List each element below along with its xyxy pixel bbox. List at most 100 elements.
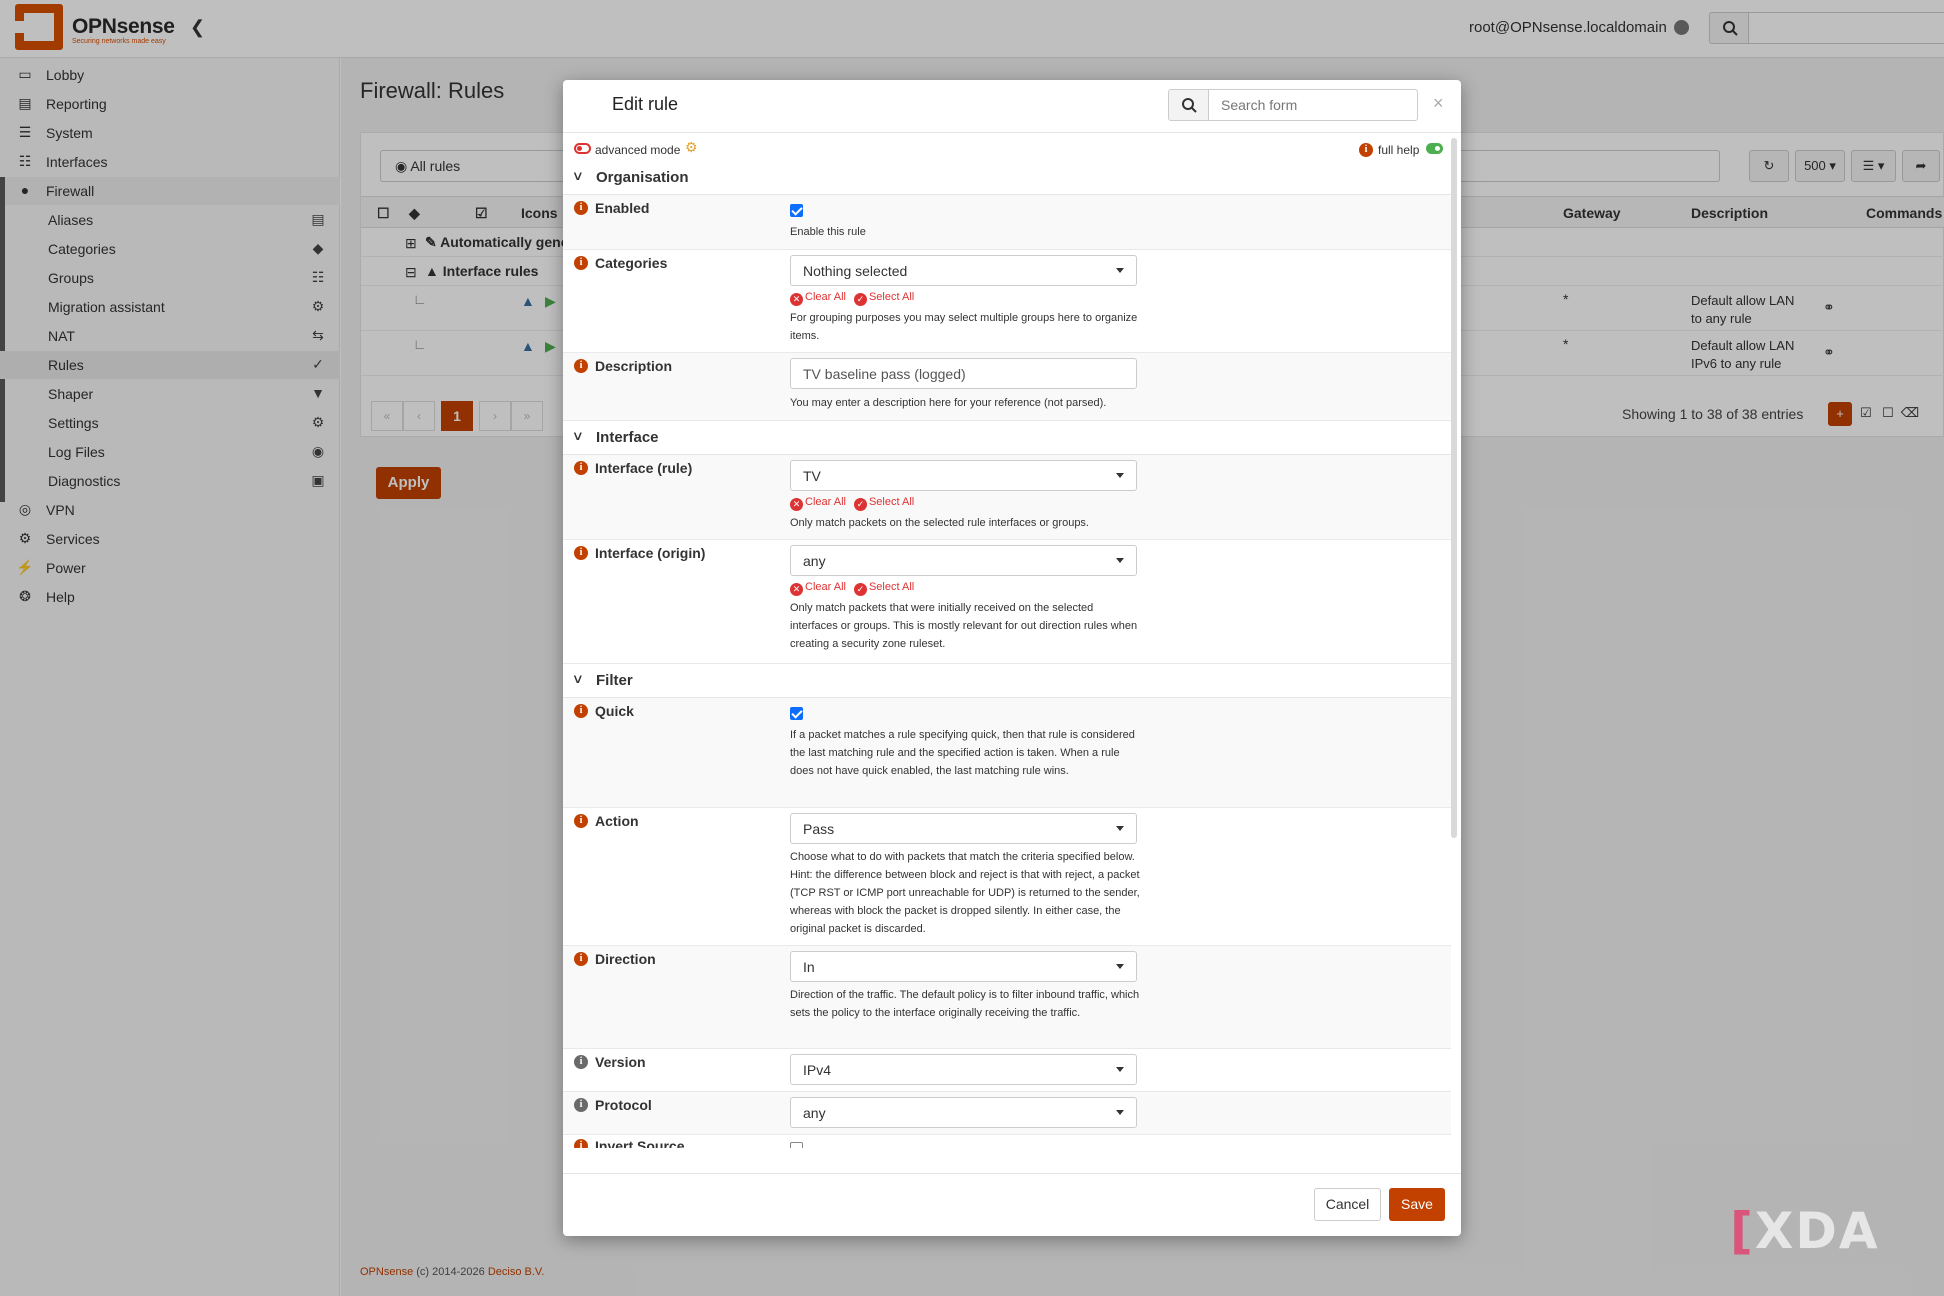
info-icon[interactable]: i: [574, 1098, 588, 1112]
chevron-down-icon: ∨: [571, 168, 584, 183]
help-text: Only match packets that were initially r…: [790, 602, 1138, 650]
field-action: i Action Pass Choose what to do with pac…: [563, 808, 1451, 946]
field-enabled: i Enabled Enable this rule: [563, 195, 1451, 250]
field-label: Direction: [595, 951, 656, 967]
invert-source-checkbox[interactable]: [790, 1142, 803, 1148]
caret-down-icon: [1116, 826, 1124, 831]
direction-select[interactable]: In: [790, 951, 1137, 982]
select-all-link[interactable]: ✓ Select All: [853, 291, 915, 306]
field-categories: i Categories Nothing selected ✕ Clear All…: [563, 250, 1451, 353]
interface-rule-select[interactable]: TV: [790, 460, 1137, 491]
clear-all-link[interactable]: ✕ Clear All: [790, 581, 846, 596]
help-text: You may enter a description here for you…: [790, 397, 1107, 409]
section-title: Organisation: [596, 169, 689, 186]
info-icon[interactable]: i: [574, 952, 588, 966]
info-icon[interactable]: i: [574, 704, 588, 718]
select-value: Pass: [803, 821, 835, 837]
full-help-toggle[interactable]: [1426, 143, 1443, 154]
select-all-link[interactable]: ✓ Select All: [853, 496, 915, 511]
info-icon[interactable]: i: [574, 1139, 588, 1148]
advanced-mode-label: advanced mode: [595, 143, 681, 157]
check-circle-icon: ✓: [853, 498, 867, 511]
info-icon[interactable]: i: [574, 814, 588, 828]
form-search-input[interactable]: [1208, 89, 1418, 121]
clear-all-link[interactable]: ✕ Clear All: [790, 291, 846, 306]
caret-down-icon: [1116, 558, 1124, 563]
info-icon[interactable]: i: [574, 546, 588, 560]
search-icon: [1182, 98, 1197, 113]
version-select[interactable]: IPv4: [790, 1054, 1137, 1085]
info-icon[interactable]: i: [574, 1055, 588, 1069]
help-text: Direction of the traffic. The default po…: [790, 989, 1140, 1019]
close-circle-icon: ✕: [790, 498, 803, 511]
field-label: Interface (rule): [595, 460, 693, 476]
cancel-button[interactable]: Cancel: [1314, 1188, 1381, 1221]
field-interface-rule: i Interface (rule) TV ✕ Clear All ✓ Select …: [563, 455, 1451, 540]
section-organisation[interactable]: ∨ Organisation: [563, 161, 1451, 195]
full-help-label: full help: [1378, 143, 1420, 157]
enabled-checkbox[interactable]: [790, 204, 803, 217]
close-icon[interactable]: ×: [1433, 93, 1444, 114]
select-all-label: Select All: [868, 496, 915, 508]
field-quick: i Quick If a packet matches a rule speci…: [563, 698, 1451, 808]
field-version: i Version IPv4: [563, 1049, 1451, 1092]
close-circle-icon: ✕: [790, 293, 803, 306]
caret-down-icon: [1116, 964, 1124, 969]
info-icon[interactable]: i: [574, 201, 588, 215]
dialog-title: Edit rule: [612, 94, 679, 114]
advanced-mode-toggle[interactable]: [574, 143, 591, 154]
select-value: any: [803, 553, 826, 569]
caret-down-icon: [1116, 268, 1124, 273]
gear-icon: ⚙: [685, 139, 698, 155]
info-icon[interactable]: i: [574, 461, 588, 475]
select-value: TV: [803, 468, 821, 484]
field-label: Quick: [595, 703, 634, 719]
field-protocol: i Protocol any: [563, 1092, 1451, 1135]
clear-all-label: Clear All: [805, 291, 846, 303]
help-text: If a packet matches a rule specifying qu…: [790, 729, 1135, 777]
form-search-button[interactable]: [1168, 89, 1209, 121]
section-filter[interactable]: ∨ Filter: [563, 664, 1451, 698]
select-value: In: [803, 959, 815, 975]
section-interface[interactable]: ∨ Interface: [563, 421, 1451, 455]
check-circle-icon: ✓: [853, 293, 867, 306]
save-button[interactable]: Save: [1389, 1188, 1445, 1221]
scrollbar[interactable]: [1451, 138, 1457, 838]
info-icon[interactable]: i: [574, 256, 588, 270]
field-label: Invert Source: [595, 1138, 685, 1148]
field-description: i Description You may enter a descriptio…: [563, 353, 1451, 421]
categories-select[interactable]: Nothing selected: [790, 255, 1137, 286]
clear-all-link[interactable]: ✕ Clear All: [790, 496, 846, 511]
clear-all-label: Clear All: [805, 581, 846, 593]
clear-select-links: ✕ Clear All ✓ Select All: [790, 291, 914, 306]
chevron-down-icon: ∨: [571, 428, 584, 443]
info-icon[interactable]: i: [574, 359, 588, 373]
clear-all-label: Clear All: [805, 496, 846, 508]
clear-select-links: ✕ Clear All ✓ Select All: [790, 496, 914, 511]
section-title: Interface: [596, 429, 659, 446]
quick-checkbox[interactable]: [790, 707, 803, 720]
caret-down-icon: [1116, 473, 1124, 478]
select-all-link[interactable]: ✓ Select All: [853, 581, 915, 596]
close-circle-icon: ✕: [790, 583, 803, 596]
action-select[interactable]: Pass: [790, 813, 1137, 844]
select-value: Nothing selected: [803, 263, 908, 279]
select-value: IPv4: [803, 1062, 832, 1078]
dialog-body: advanced mode ⚙ i full help ∨ Organisati…: [563, 133, 1461, 1148]
select-all-label: Select All: [868, 581, 915, 593]
clear-select-links: ✕ Clear All ✓ Select All: [790, 581, 914, 596]
help-text: Choose what to do with packets that matc…: [790, 851, 1140, 935]
section-title: Filter: [596, 672, 633, 689]
field-label: Categories: [595, 255, 668, 271]
info-icon: i: [1359, 143, 1373, 157]
field-interface-origin: i Interface (origin) any ✕ Clear All ✓ Sele…: [563, 540, 1451, 664]
interface-origin-select[interactable]: any: [790, 545, 1137, 576]
help-text: Only match packets on the selected rule …: [790, 517, 1089, 529]
protocol-select[interactable]: any: [790, 1097, 1137, 1128]
description-input[interactable]: [790, 358, 1137, 389]
select-all-label: Select All: [868, 291, 915, 303]
chevron-down-icon: ∨: [571, 671, 584, 686]
field-label: Protocol: [595, 1097, 652, 1113]
field-invert-source: i Invert Source: [563, 1135, 1451, 1148]
caret-down-icon: [1116, 1067, 1124, 1072]
